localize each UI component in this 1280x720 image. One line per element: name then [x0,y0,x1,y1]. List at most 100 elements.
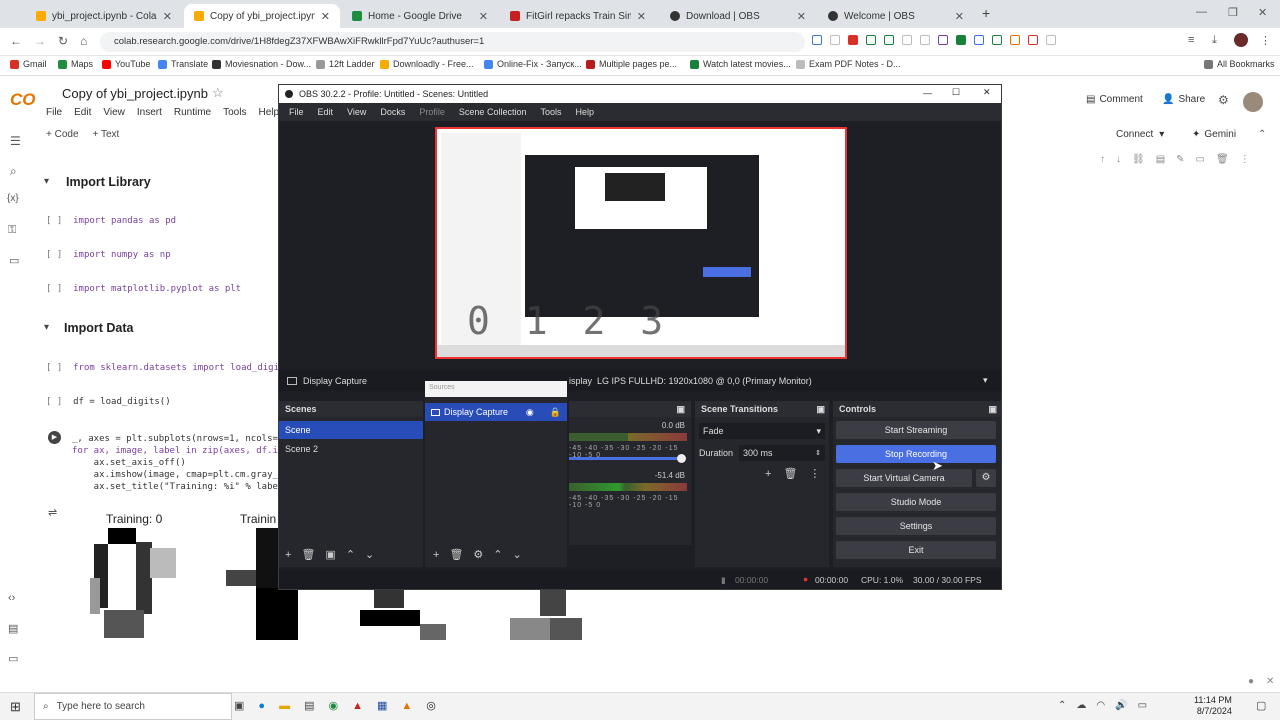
menu-file[interactable]: File [46,107,62,118]
file-explorer-icon[interactable]: ▬ [279,700,290,712]
obs-menu-edit[interactable]: Edit [318,107,334,117]
more-icon[interactable]: ⋮ [1240,154,1250,165]
settings-gear-icon[interactable]: ⚙ [1218,93,1229,107]
close-icon[interactable]: ✕ [637,10,646,23]
code-cell[interactable]: [ ] import matplotlib.pyplot as plt [46,284,241,294]
extension-icon[interactable] [920,35,930,45]
code-cell[interactable]: [ ] df = load_digits() [46,397,171,407]
browser-tab-active[interactable]: Copy of ybi_project.ipynb - Co✕ [184,4,340,28]
more-icon[interactable]: ⋮ [809,467,820,480]
code-snippets-icon[interactable]: ‹› [8,592,15,604]
obs-menu-profile[interactable]: Profile [419,107,445,117]
comment-button[interactable]: ▤ Comment [1086,94,1143,105]
menu-insert[interactable]: Insert [137,107,162,118]
move-up-icon[interactable]: ↑ [1100,154,1105,165]
chevron-up-icon[interactable]: ⌃ [1058,700,1066,711]
code-cell[interactable]: [ ] import pandas as pd [46,216,176,226]
transition-select[interactable]: Fade ▾ [699,423,825,439]
bookmark-12ft[interactable]: 12ft Ladder [316,59,375,69]
edge-icon[interactable]: ● [258,700,265,712]
scene-item-active[interactable]: Scene [279,421,423,439]
onedrive-icon[interactable]: ☁ [1076,700,1086,711]
task-view-icon[interactable]: ▣ [234,699,244,712]
exit-button[interactable]: Exit [836,541,996,559]
settings-button[interactable]: Settings [836,517,996,535]
filter-icon[interactable]: ▣ [325,548,335,561]
minimize-icon[interactable]: — [1196,6,1207,18]
scene-item[interactable]: Scene 2 [279,439,423,459]
browser-tab[interactable]: ybi_project.ipynb - Colab ✕ [26,4,182,28]
connect-button[interactable]: Connect ▾ [1116,129,1164,140]
obs-menu-file[interactable]: File [289,107,304,117]
browser-tab[interactable]: FitGirl repacks Train Sim World✕ [500,4,656,28]
taskbar-app-icon[interactable]: ▦ [377,699,387,712]
clock[interactable]: 11:14 PM 8/7/2024 [1194,695,1232,717]
browser-tab[interactable]: Home - Google Drive ✕ [342,4,498,28]
volume-slider[interactable] [569,457,685,460]
bookmark-exam[interactable]: Exam PDF Notes - D... [796,59,901,69]
stop-recording-button[interactable]: Stop Recording [836,445,996,463]
start-virtual-camera-button[interactable]: Start Virtual Camera [836,469,972,487]
bookmark-translate[interactable]: Translate [158,59,208,69]
preview-canvas[interactable]: 0 1 2 3 [435,127,847,359]
command-palette-icon[interactable]: ▤ [8,622,18,635]
code-cell[interactable]: [ ] import numpy as np [46,250,171,260]
obs-menu-docks[interactable]: Docks [380,107,405,117]
back-icon[interactable]: ← [10,34,22,48]
extension-icon[interactable] [812,35,822,45]
obs-menu-view[interactable]: View [347,107,366,117]
settings-gear-icon[interactable]: ⚙ [473,548,483,561]
trash-icon[interactable]: 🗑 [449,548,463,561]
all-bookmarks[interactable]: All Bookmarks [1204,59,1275,69]
close-icon[interactable]: ✕ [321,10,330,23]
home-icon[interactable]: ⌂ [80,34,87,48]
close-icon[interactable]: ✕ [163,10,172,23]
close-window-icon[interactable]: ✕ [1258,6,1267,19]
browser-tab[interactable]: Download | OBS ✕ [660,4,816,28]
collapse-section-icon[interactable]: ▾ [44,176,49,187]
extension-icon[interactable] [992,35,1002,45]
notifications-icon[interactable]: ▢ [1256,699,1266,712]
up-icon[interactable]: ⌃ [493,548,502,561]
collapse-section-icon[interactable]: ▾ [44,322,49,333]
search-icon[interactable]: ⌕ [10,164,17,179]
toc-icon[interactable]: ☰ [10,134,21,148]
address-bar[interactable]: colab.research.google.com/drive/1H8fdegZ… [100,32,805,52]
output-icon[interactable]: ⇌ [48,506,57,519]
add-icon[interactable]: + [433,549,439,561]
acrobat-icon[interactable]: ▲ [352,700,363,712]
store-icon[interactable]: ▤ [304,699,314,712]
dock-float-icon[interactable]: ▣ [988,401,997,417]
run-cell-icon[interactable]: ▶ [48,431,61,444]
status-dot-icon[interactable]: ● [1248,676,1254,687]
link-icon[interactable]: ⛓ [1132,154,1145,165]
extension-icon[interactable] [974,35,984,45]
secrets-key-icon[interactable]: ⚿ [8,224,16,237]
windows-start-icon[interactable]: ⊞ [10,699,21,715]
download-icon[interactable]: ⤓ [1212,34,1217,47]
down-icon[interactable]: ⌄ [513,548,522,561]
chrome-icon[interactable]: ◉ [328,699,338,712]
virtual-camera-settings-gear-icon[interactable]: ⚙ [976,469,996,487]
trash-icon[interactable]: 🗑 [301,548,315,561]
mirror-icon[interactable]: ▭ [1196,154,1205,165]
code-cell[interactable]: [ ] from sklearn.datasets import load_di… [46,363,290,373]
extension-icon[interactable] [848,35,858,45]
close-icon[interactable]: ✕ [955,10,964,23]
extension-icon[interactable] [902,35,912,45]
display-select[interactable]: LG IPS FULLHD: 1920x1080 @ 0,0 (Primary … [597,376,812,386]
bookmark-moviesnation[interactable]: Moviesnation - Dow... [212,59,311,69]
share-button[interactable]: 👤 Share [1162,94,1205,105]
eye-icon[interactable]: ◉ [526,407,534,418]
menu-runtime[interactable]: Runtime [174,107,211,118]
profile-avatar[interactable] [1234,33,1248,47]
puzzle-icon[interactable] [1046,35,1056,45]
delete-icon[interactable]: 🗑 [1216,154,1229,165]
close-icon[interactable]: ✕ [479,10,488,23]
terminal-icon[interactable]: ▭ [8,652,18,665]
taskbar-search[interactable]: ⌕ Type here to search [34,693,232,720]
volume-icon[interactable]: 🔊 [1115,700,1127,711]
duration-spinbox[interactable]: 300 ms ⇕ [739,445,825,461]
extension-icon[interactable] [956,35,966,45]
edit-icon[interactable]: ✎ [1176,154,1184,165]
